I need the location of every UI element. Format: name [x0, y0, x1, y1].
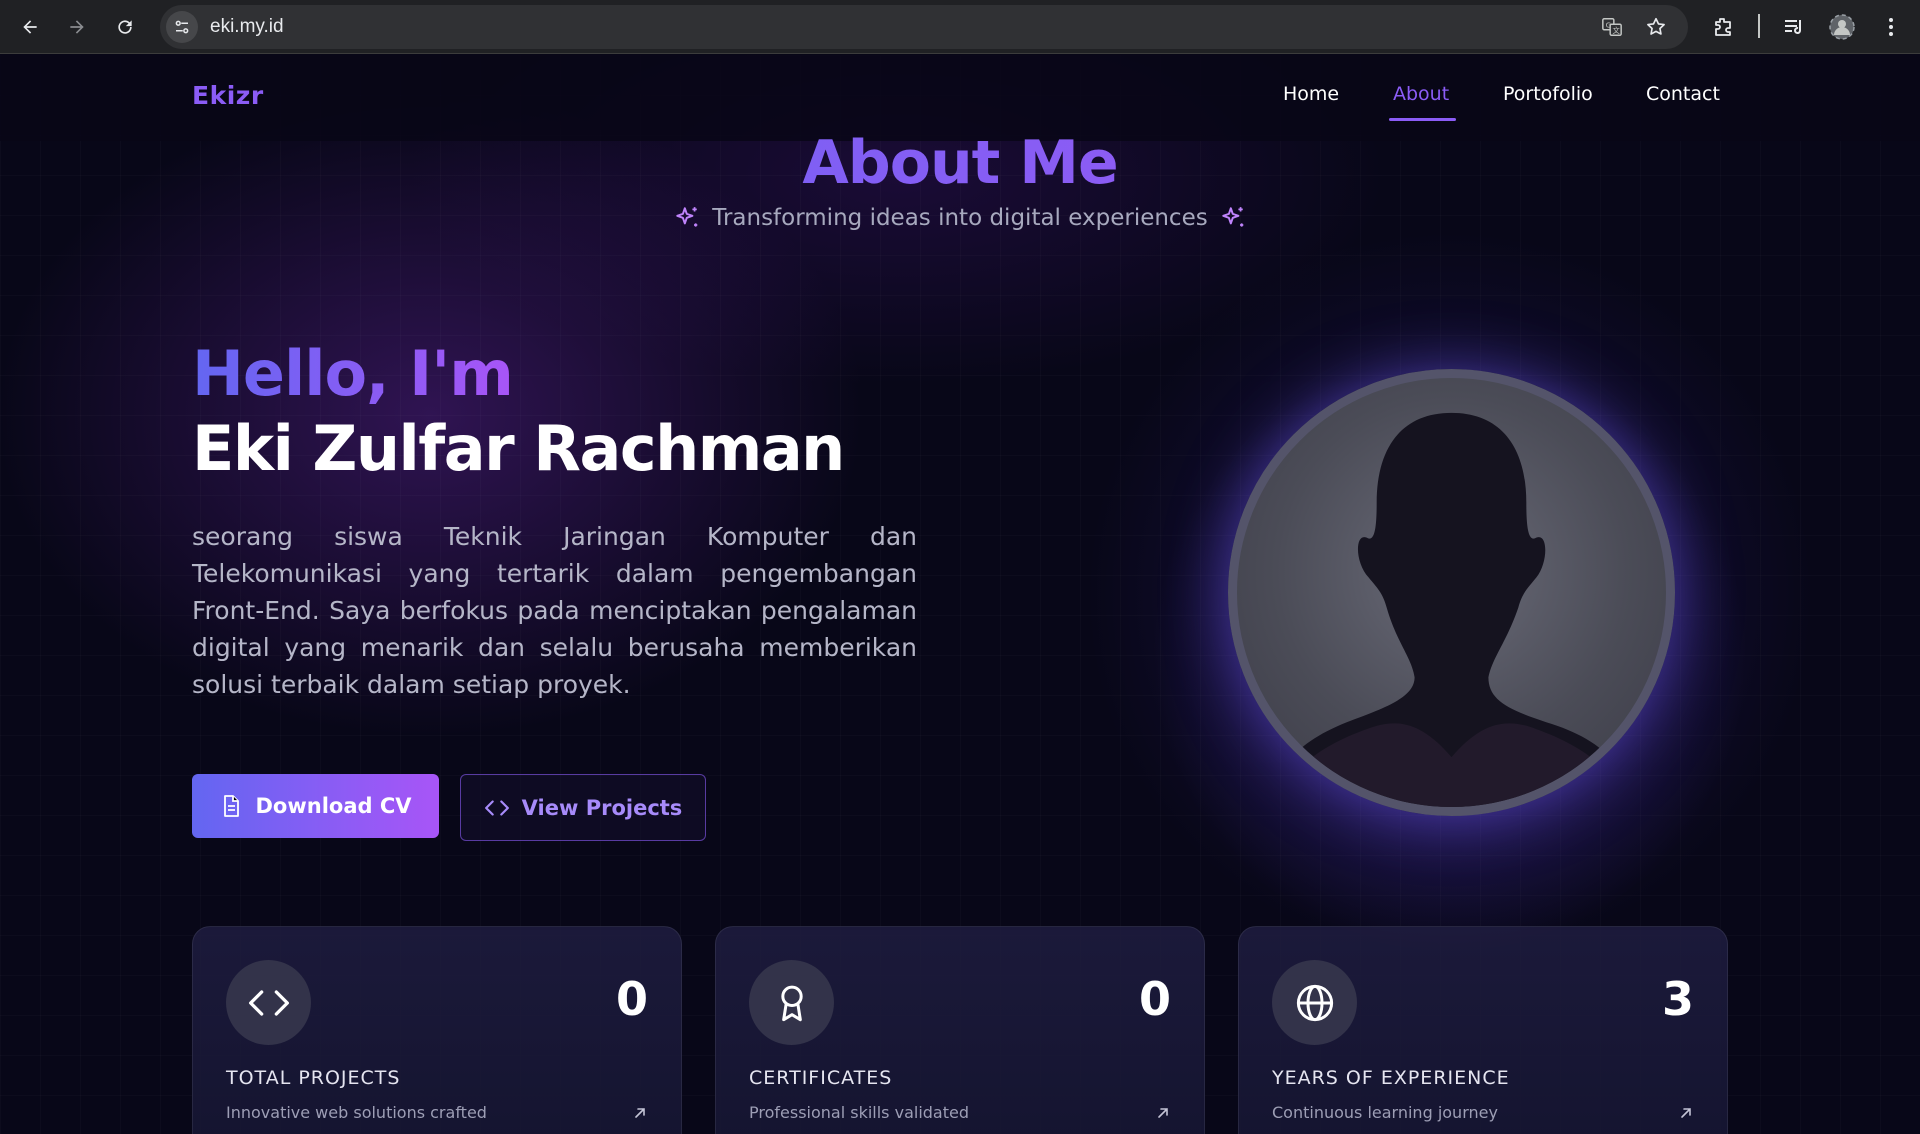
subtitle-text: Transforming ideas into digital experien… — [712, 205, 1208, 231]
code-icon — [484, 795, 510, 821]
stat-label: TOTAL PROJECTS — [226, 1067, 401, 1089]
profile-photo — [1228, 369, 1675, 816]
award-icon — [749, 960, 834, 1045]
extensions-icon[interactable] — [1708, 12, 1738, 42]
stat-card-projects[interactable]: 0 TOTAL PROJECTS Innovative web solution… — [192, 926, 682, 1134]
stat-description: Innovative web solutions crafted — [226, 1103, 487, 1122]
svg-text:文: 文 — [1612, 26, 1620, 35]
profile-icon[interactable] — [1827, 12, 1857, 42]
bio-paragraph: seorang siswa Teknik Jaringan Komputer d… — [192, 522, 917, 699]
view-projects-label: View Projects — [521, 795, 683, 820]
code-icon — [226, 960, 311, 1045]
stat-description: Continuous learning journey — [1272, 1103, 1498, 1122]
stat-card-experience[interactable]: 3 YEARS OF EXPERIENCE Continuous learnin… — [1238, 926, 1728, 1134]
nav-home[interactable]: Home — [1283, 83, 1339, 105]
arrow-up-right-icon — [1678, 1105, 1694, 1121]
stat-label: CERTIFICATES — [749, 1067, 893, 1089]
stat-card-certificates[interactable]: 0 CERTIFICATES Professional skills valid… — [715, 926, 1205, 1134]
forward-icon[interactable] — [61, 11, 93, 43]
page-viewport: Ekizr Home About Portofolio Contact Abou… — [0, 55, 1920, 1134]
nav-about[interactable]: About — [1393, 83, 1449, 105]
stat-value: 0 — [615, 972, 648, 1026]
sparkle-icon — [674, 205, 700, 231]
arrow-up-right-icon — [1155, 1105, 1171, 1121]
url-text[interactable]: eki.my.id — [210, 5, 284, 49]
stat-value: 0 — [1138, 972, 1171, 1026]
section-subtitle: Transforming ideas into digital experien… — [0, 205, 1920, 231]
stat-description: Professional skills validated — [749, 1103, 969, 1122]
media-control-icon[interactable] — [1779, 12, 1809, 42]
view-projects-button[interactable]: View Projects — [460, 774, 706, 841]
nav-active-indicator — [1389, 118, 1456, 121]
menu-dots-icon[interactable] — [1876, 12, 1906, 42]
name-heading: Eki Zulfar Rachman — [192, 412, 845, 485]
site-info-icon[interactable] — [166, 11, 198, 43]
section-title: About Me — [0, 128, 1920, 198]
sparkle-icon — [1220, 205, 1246, 231]
address-bar[interactable]: eki.my.id G 文 — [160, 5, 1688, 49]
download-cv-button[interactable]: Download CV — [192, 774, 439, 838]
translate-icon[interactable]: G 文 — [1600, 15, 1624, 39]
download-cv-label: Download CV — [255, 794, 412, 818]
greeting-heading: Hello, I'm — [192, 337, 514, 410]
stat-value: 3 — [1661, 972, 1694, 1026]
arrow-up-right-icon — [632, 1105, 648, 1121]
reload-icon[interactable] — [109, 11, 141, 43]
nav-contact[interactable]: Contact — [1646, 83, 1720, 105]
bookmark-star-icon[interactable] — [1644, 15, 1668, 39]
back-icon[interactable] — [14, 11, 46, 43]
toolbar-divider — [1758, 14, 1760, 38]
browser-toolbar: eki.my.id G 文 — [0, 0, 1920, 54]
document-icon — [219, 794, 243, 818]
stat-label: YEARS OF EXPERIENCE — [1272, 1067, 1510, 1089]
brand-logo[interactable]: Ekizr — [192, 81, 264, 110]
globe-icon — [1272, 960, 1357, 1045]
nav-portofolio[interactable]: Portofolio — [1503, 83, 1593, 105]
